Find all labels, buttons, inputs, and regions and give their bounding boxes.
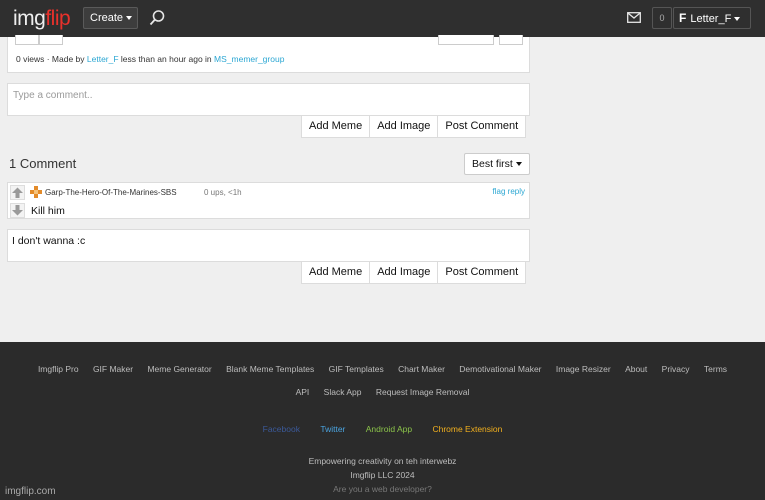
arrow-down-icon: [12, 205, 23, 216]
imgflip-logo[interactable]: imgflip: [13, 7, 71, 31]
comment-form-actions: Add Meme Add Image Post Comment: [301, 116, 527, 138]
facebook-link[interactable]: Facebook: [263, 424, 300, 434]
add-meme-button[interactable]: Add Meme: [302, 262, 369, 283]
made-by-label: · Made by: [46, 54, 85, 64]
stream-link[interactable]: MS_memer_group: [214, 54, 284, 64]
sort-dropdown[interactable]: Best first: [464, 153, 530, 175]
notification-count[interactable]: 0: [652, 7, 672, 29]
chevron-down-icon: [515, 162, 522, 167]
footer-link-image-resizer[interactable]: Image Resizer: [556, 364, 611, 374]
logo-text-img: img: [13, 7, 46, 30]
footer-link-gif-maker[interactable]: GIF Maker: [93, 364, 133, 374]
comments-count-title: 1 Comment: [9, 156, 77, 171]
avatar[interactable]: [30, 186, 42, 198]
footer-link-api[interactable]: API: [296, 387, 310, 397]
footer-link-blank-templates[interactable]: Blank Meme Templates: [226, 364, 314, 374]
footer-link-imgflip-pro[interactable]: Imgflip Pro: [38, 364, 79, 374]
android-app-link[interactable]: Android App: [366, 424, 412, 434]
web-developer-link[interactable]: Are you a web developer?: [0, 484, 765, 494]
footer-copyright: Imgflip LLC 2024: [350, 470, 415, 480]
imgflip-watermark: imgflip.com: [5, 486, 56, 497]
footer-link-about[interactable]: About: [625, 364, 647, 374]
chevron-down-icon: [126, 16, 133, 21]
footer-link-chart-maker[interactable]: Chart Maker: [398, 364, 445, 374]
create-button[interactable]: Create: [83, 7, 138, 29]
search-icon[interactable]: [148, 9, 166, 27]
post-comment-button[interactable]: Post Comment: [437, 116, 525, 137]
upvote-button[interactable]: [10, 185, 25, 200]
footer-link-demotivational[interactable]: Demotivational Maker: [459, 364, 541, 374]
footer-link-slack[interactable]: Slack App: [324, 387, 362, 397]
footer-social-row: Facebook Twitter Android App Chrome Exte…: [0, 424, 765, 434]
comment-text: Kill him: [31, 205, 65, 217]
arrow-up-icon: [12, 187, 23, 198]
reply-link[interactable]: reply: [508, 187, 525, 196]
footer-link-meme-generator[interactable]: Meme Generator: [147, 364, 211, 374]
partial-select-right[interactable]: [438, 35, 494, 45]
create-label: Create: [90, 12, 124, 24]
post-meta-text: 0 views · Made by Letter_F less than an …: [16, 54, 284, 64]
footer-link-privacy[interactable]: Privacy: [662, 364, 690, 374]
comment-placeholder: Type a comment..: [13, 90, 93, 101]
time-label: less than an hour ago in: [120, 54, 212, 64]
footer-link-gif-templates[interactable]: GIF Templates: [329, 364, 384, 374]
post-comment-button[interactable]: Post Comment: [437, 262, 525, 283]
comment-author-link[interactable]: Garp-The-Hero-Of-The-Marines-SBS: [45, 188, 177, 197]
partial-button-left-2[interactable]: [39, 35, 63, 45]
comment-actions: flag reply: [493, 187, 525, 196]
partial-button-right[interactable]: [499, 35, 523, 45]
author-link[interactable]: Letter_F: [87, 54, 119, 64]
add-meme-button[interactable]: Add Meme: [302, 116, 369, 137]
post-meta-panel: 0 views · Made by Letter_F less than an …: [7, 35, 530, 73]
add-image-button[interactable]: Add Image: [369, 262, 437, 283]
view-count: 0 views: [16, 54, 45, 64]
partial-button-left[interactable]: [15, 35, 39, 45]
sort-label: Best first: [472, 158, 513, 170]
downvote-button[interactable]: [10, 203, 25, 218]
site-footer: Imgflip Pro GIF Maker Meme Generator Bla…: [0, 342, 765, 500]
username-label: Letter_F: [690, 13, 732, 25]
footer-links-row-1: Imgflip Pro GIF Maker Meme Generator Bla…: [0, 364, 765, 374]
chrome-extension-link[interactable]: Chrome Extension: [432, 424, 502, 434]
user-menu-button[interactable]: F Letter_F: [673, 7, 751, 29]
comment-input[interactable]: Type a comment..: [7, 83, 530, 116]
comment-input-value: I don't wanna :c: [12, 235, 86, 247]
footer-link-removal[interactable]: Request Image Removal: [376, 387, 470, 397]
comment-item: Garp-The-Hero-Of-The-Marines-SBS 0 ups, …: [7, 182, 530, 219]
footer-links-row-2: API Slack App Request Image Removal: [0, 387, 765, 397]
comment-form-actions-2: Add Meme Add Image Post Comment: [301, 262, 527, 284]
mail-icon[interactable]: [627, 12, 641, 23]
footer-tagline: Empowering creativity on teh interwebz: [308, 456, 457, 466]
chevron-down-icon: [734, 17, 741, 22]
add-image-button[interactable]: Add Image: [369, 116, 437, 137]
flag-link[interactable]: flag: [493, 187, 506, 196]
logo-text-flip: flip: [45, 7, 71, 30]
footer-link-terms[interactable]: Terms: [704, 364, 727, 374]
comment-input-2[interactable]: I don't wanna :c: [7, 229, 530, 262]
user-initial: F: [679, 11, 687, 25]
top-nav-bar: imgflip Create 0 F Letter_F: [0, 0, 765, 37]
comment-meta: 0 ups, <1h: [204, 188, 242, 197]
twitter-link[interactable]: Twitter: [320, 424, 345, 434]
